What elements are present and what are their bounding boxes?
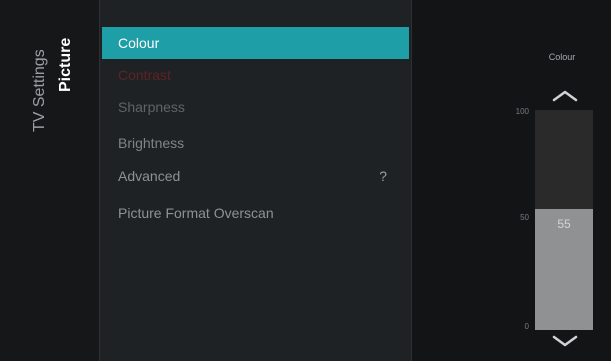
slider-tick-min: 0	[524, 322, 529, 331]
menu-item-label: Brightness	[118, 135, 185, 151]
submenu-hint: ?	[379, 168, 387, 184]
menu-item-picture-format-overscan[interactable]: Picture Format Overscan	[102, 197, 409, 229]
menu-item-label: Contrast	[118, 67, 171, 83]
menu-item-label: Sharpness	[118, 99, 185, 115]
slider-tick-mid: 50	[520, 213, 529, 222]
slider-track[interactable]: 55	[535, 110, 593, 330]
menu-item-brightness[interactable]: Brightness	[102, 127, 409, 159]
menu-item-advanced[interactable]: Advanced ?	[102, 160, 409, 192]
menu-item-label: Advanced	[118, 168, 181, 184]
settings-menu: Colour Contrast Sharpness Brightness Adv…	[99, 0, 412, 361]
menu-divider-right	[411, 0, 412, 361]
chevron-down-icon[interactable]	[537, 332, 593, 350]
slider-title: Colour	[548, 52, 576, 62]
menu-divider-left	[99, 0, 100, 361]
slider-value: 55	[557, 217, 571, 231]
colour-slider-panel: Colour 100 50 0 55	[413, 0, 611, 361]
menu-item-label: Picture Format Overscan	[118, 205, 274, 221]
tv-settings-screen: TV Settings Picture Colour Contrast Shar…	[0, 0, 611, 361]
breadcrumb-parent[interactable]: TV Settings	[31, 49, 49, 132]
slider-tick-max: 100	[515, 107, 529, 116]
breadcrumb: TV Settings Picture	[0, 0, 99, 361]
menu-item-colour[interactable]: Colour	[102, 27, 409, 59]
menu-item-contrast[interactable]: Contrast	[102, 59, 409, 91]
slider-fill: 55	[535, 209, 593, 330]
breadcrumb-current: Picture	[57, 37, 74, 92]
menu-item-sharpness[interactable]: Sharpness	[102, 91, 409, 123]
menu-item-label: Colour	[118, 35, 160, 51]
chevron-up-icon[interactable]	[537, 86, 593, 104]
